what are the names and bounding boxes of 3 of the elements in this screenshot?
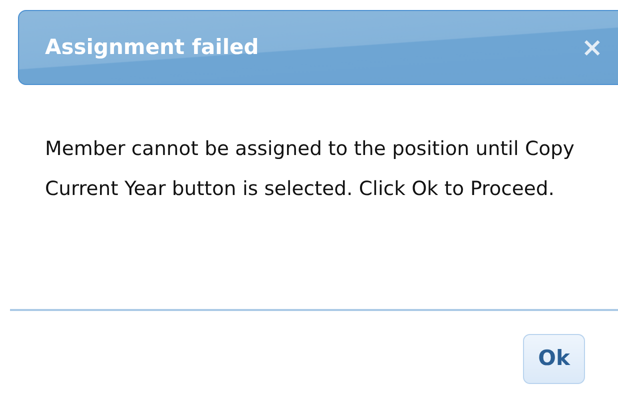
ok-button[interactable]: Ok	[523, 334, 585, 384]
dialog-message: Member cannot be assigned to the position until Copy Current Year button is selected. Click Ok to Proceed.	[45, 136, 576, 202]
dialog-title: Assignment failed	[45, 34, 259, 61]
